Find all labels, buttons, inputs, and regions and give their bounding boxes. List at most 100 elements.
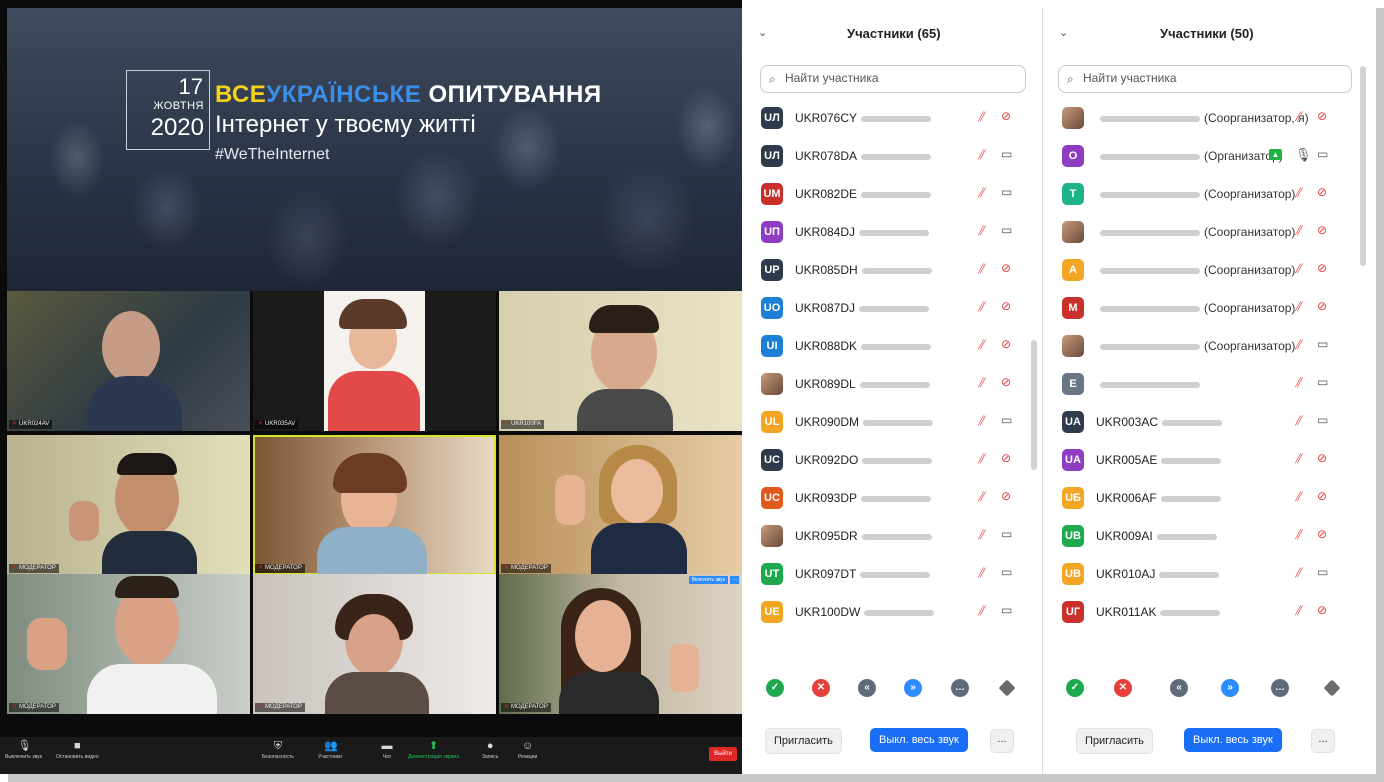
video-camera-icon[interactable]: ▭ xyxy=(1001,527,1012,541)
scrollbar[interactable] xyxy=(1360,66,1366,266)
microphone-muted-icon[interactable]: ⫽ xyxy=(978,261,984,277)
video-camera-off-icon[interactable]: ⊘ xyxy=(1001,337,1011,351)
invite-button[interactable]: Пригласить xyxy=(765,728,842,754)
video-camera-icon[interactable]: ▭ xyxy=(1317,375,1328,389)
microphone-muted-icon[interactable]: ⫽ xyxy=(1295,185,1301,201)
video-camera-icon[interactable]: ▭ xyxy=(1317,565,1328,579)
participant-row[interactable]: UГ UKR011AK ⫽ ⊘ xyxy=(1043,593,1370,631)
participant-row[interactable]: UB UKR010AJ ⫽ ▭ xyxy=(1043,555,1370,593)
video-camera-off-icon[interactable]: ⊘ xyxy=(1001,489,1011,503)
participant-row[interactable]: UЛ UKR078DA ⫽ ▭ xyxy=(742,137,1042,175)
invite-button[interactable]: Пригласить xyxy=(1076,728,1153,754)
microphone-muted-icon[interactable]: ⫽ xyxy=(1295,413,1301,429)
video-tile[interactable]: Включить звук ... ✕ МОДЕРАТОР xyxy=(499,574,742,714)
microphone-muted-icon[interactable]: ⫽ xyxy=(978,109,984,125)
no-icon[interactable]: ✕ xyxy=(1114,679,1132,697)
video-camera-off-icon[interactable]: ⊘ xyxy=(1317,299,1327,313)
microphone-muted-icon[interactable]: ⫽ xyxy=(1295,299,1301,315)
participant-row[interactable]: (Соорганизатор, я) ⫽ ⊘ xyxy=(1043,99,1370,137)
participant-row[interactable]: UБ UKR006AF ⫽ ⊘ xyxy=(1043,479,1370,517)
scrollbar[interactable] xyxy=(1031,340,1037,470)
stop-video-button[interactable]: ■ Остановить видео xyxy=(56,740,99,760)
video-camera-icon[interactable]: ▭ xyxy=(1001,185,1012,199)
participants-button[interactable]: 👥 Участники xyxy=(318,740,342,760)
reactions-button[interactable]: ☺ Реакции xyxy=(518,740,537,760)
participant-row[interactable]: UE UKR100DW ⫽ ▭ xyxy=(742,593,1042,631)
microphone-muted-icon[interactable]: ⫽ xyxy=(1295,451,1301,467)
participant-row[interactable]: (Соорганизатор) ⫽ ⊘ xyxy=(1043,213,1370,251)
microphone-muted-icon[interactable]: ⫽ xyxy=(1295,603,1301,619)
participant-row[interactable]: UL UKR090DM ⫽ ▭ xyxy=(742,403,1042,441)
participant-row[interactable]: UC UKR093DP ⫽ ⊘ xyxy=(742,479,1042,517)
search-input-box[interactable]: ⌕ xyxy=(760,65,1026,93)
video-camera-off-icon[interactable]: ⊘ xyxy=(1001,299,1011,313)
faster-icon[interactable]: » xyxy=(904,679,922,697)
microphone-muted-icon[interactable]: ⫽ xyxy=(978,185,984,201)
slower-icon[interactable]: « xyxy=(858,679,876,697)
video-camera-off-icon[interactable]: ⊘ xyxy=(1317,527,1327,541)
microphone-muted-icon[interactable]: ⫽ xyxy=(978,489,984,505)
yes-icon[interactable]: ✓ xyxy=(1066,679,1084,697)
participant-row[interactable]: T (Соорганизатор) ⫽ ⊘ xyxy=(1043,175,1370,213)
participant-row[interactable]: UM UKR082DE ⫽ ▭ xyxy=(742,175,1042,213)
microphone-muted-icon[interactable]: ⫽ xyxy=(1295,565,1301,581)
mute-all-button[interactable]: Выкл. весь звук xyxy=(1184,728,1282,752)
video-camera-icon[interactable]: ▭ xyxy=(1317,337,1328,351)
no-icon[interactable]: ✕ xyxy=(812,679,830,697)
microphone-muted-icon[interactable]: ⫽ xyxy=(978,337,984,353)
video-camera-off-icon[interactable]: ⊘ xyxy=(1317,109,1327,123)
video-tile[interactable]: ✕ UKR024AV xyxy=(7,291,250,431)
microphone-muted-icon[interactable]: ⫽ xyxy=(1295,489,1301,505)
video-camera-icon[interactable]: ▭ xyxy=(1001,413,1012,427)
video-camera-icon[interactable]: ▭ xyxy=(1001,147,1012,161)
participant-row[interactable]: UP UKR085DH ⫽ ⊘ xyxy=(742,251,1042,289)
participant-row[interactable]: UKR095DR ⫽ ▭ xyxy=(742,517,1042,555)
faster-icon[interactable]: » xyxy=(1221,679,1239,697)
clear-icon[interactable] xyxy=(1323,679,1341,697)
unmute-badge[interactable]: Включить звук xyxy=(688,576,728,584)
participant-row[interactable]: UП UKR084DJ ⫽ ▭ xyxy=(742,213,1042,251)
participant-row[interactable]: E ⫽ ▭ xyxy=(1043,365,1370,403)
video-camera-icon[interactable]: ▭ xyxy=(1001,223,1012,237)
search-input[interactable] xyxy=(783,70,987,86)
more-icon[interactable]: … xyxy=(1271,679,1289,697)
video-tile[interactable]: ✕ UKR100FA xyxy=(499,291,742,431)
clear-icon[interactable] xyxy=(998,679,1016,697)
participant-row[interactable]: M (Соорганизатор) ⫽ ⊘ xyxy=(1043,289,1370,327)
participant-row[interactable]: UI UKR088DK ⫽ ⊘ xyxy=(742,327,1042,365)
microphone-muted-icon[interactable]: ⫽ xyxy=(978,451,984,467)
participant-row[interactable]: UA UKR003AC ⫽ ▭ xyxy=(1043,403,1370,441)
microphone-muted-icon[interactable]: ⫽ xyxy=(1295,527,1301,543)
microphone-muted-icon[interactable]: ⫽ xyxy=(978,223,984,239)
microphone-muted-icon[interactable]: ⫽ xyxy=(978,375,984,391)
unmute-more-button[interactable]: ... xyxy=(730,576,739,584)
video-camera-off-icon[interactable]: ⊘ xyxy=(1001,451,1011,465)
participant-row[interactable]: (Соорганизатор) ⫽ ▭ xyxy=(1043,327,1370,365)
microphone-muted-icon[interactable]: ⫽ xyxy=(1295,337,1301,353)
security-button[interactable]: ⛨ Безопасность xyxy=(262,740,294,760)
chat-button[interactable]: ▬ Чат xyxy=(381,740,393,760)
chevron-down-icon[interactable]: ⌄ xyxy=(1059,26,1068,39)
participant-row[interactable]: UT UKR097DT ⫽ ▭ xyxy=(742,555,1042,593)
video-camera-off-icon[interactable]: ⊘ xyxy=(1317,261,1327,275)
slower-icon[interactable]: « xyxy=(1170,679,1188,697)
video-camera-off-icon[interactable]: ⊘ xyxy=(1317,603,1327,617)
video-camera-icon[interactable]: ▭ xyxy=(1317,147,1328,161)
video-camera-off-icon[interactable]: ⊘ xyxy=(1317,223,1327,237)
more-button[interactable]: ... xyxy=(990,729,1014,753)
participant-row[interactable]: UO UKR087DJ ⫽ ⊘ xyxy=(742,289,1042,327)
video-tile[interactable]: ✕ UKR035AV xyxy=(253,291,496,431)
microphone-muted-icon[interactable]: ⫽ xyxy=(1295,109,1301,125)
share-screen-button[interactable]: ⬆ Демонстрация экрана xyxy=(408,740,459,760)
microphone-muted-icon[interactable]: ⫽ xyxy=(978,299,984,315)
leave-button[interactable]: Выйти xyxy=(709,747,737,761)
chevron-down-icon[interactable]: ⌄ xyxy=(758,26,767,39)
video-tile-active-speaker[interactable]: ✕ МОДЕРАТОР xyxy=(253,435,496,575)
microphone-muted-icon[interactable]: ⫽ xyxy=(1295,223,1301,239)
video-camera-off-icon[interactable]: ⊘ xyxy=(1001,261,1011,275)
video-camera-off-icon[interactable]: ⊘ xyxy=(1001,109,1011,123)
mute-button[interactable]: 🎙 Выключить звук xyxy=(5,740,42,760)
participant-row[interactable]: UA UKR005AE ⫽ ⊘ xyxy=(1043,441,1370,479)
record-button[interactable]: ● Запись xyxy=(482,740,498,760)
video-camera-off-icon[interactable]: ⊘ xyxy=(1001,375,1011,389)
